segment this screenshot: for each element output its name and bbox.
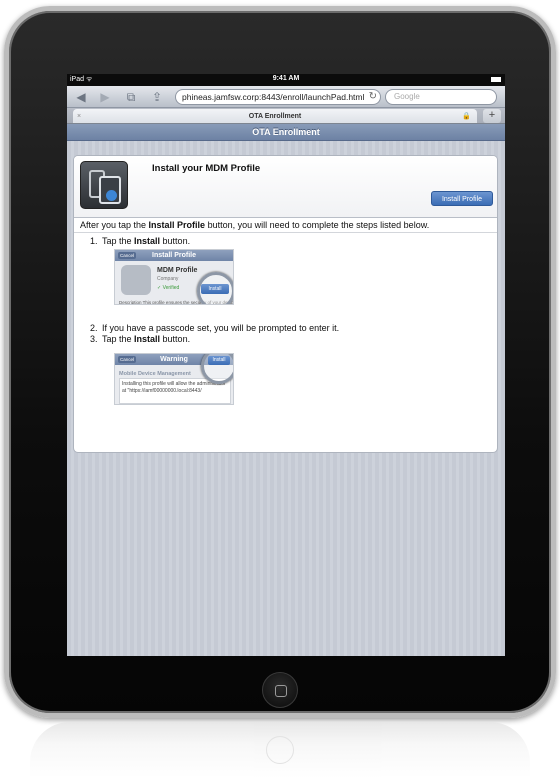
page-content: Install your MDM Profile Install Profile… <box>67 141 505 656</box>
browser-toolbar: ◀ ▶ ⧉ ⇪ phineas.jamfsw.corp:8443/enroll/… <box>67 86 505 108</box>
step-2: 2. If you have a passcode set, you will … <box>90 323 497 334</box>
new-tab-button[interactable]: + <box>483 109 501 123</box>
device-reflection <box>30 722 530 778</box>
enrollment-card: Install your MDM Profile Install Profile… <box>73 155 498 453</box>
card-top: Install your MDM Profile Install Profile <box>74 156 497 218</box>
cancel-label: Cancel <box>118 356 137 363</box>
install-profile-screenshot: Cancel Install Profile MDM Profile Compa… <box>114 249 234 305</box>
tab-title: OTA Enrollment <box>248 113 302 120</box>
step-text: If you have a passcode set, you will be … <box>102 323 340 333</box>
install-profile-button[interactable]: Install Profile <box>431 191 493 206</box>
step-bold: Install <box>134 334 161 344</box>
page-header: OTA Enrollment <box>67 124 505 141</box>
screenshot-title: Warning <box>160 356 188 363</box>
intro-text: After you tap the Install Profile button… <box>74 218 497 233</box>
url-field[interactable]: phineas.jamfsw.corp:8443/enroll/launchPa… <box>175 89 381 105</box>
tab-bar: × OTA Enrollment 🔒 + <box>67 108 505 124</box>
status-time: 9:41 AM <box>272 75 300 82</box>
warning-screenshot: Cancel Warning Mobile Device Management … <box>114 353 234 405</box>
screenshot-navbar: Cancel Install Profile <box>115 250 233 261</box>
tab-ota-enrollment[interactable]: × OTA Enrollment 🔒 <box>73 109 477 123</box>
book-icon[interactable]: ⧉ <box>123 90 139 104</box>
step-number: 2. <box>90 323 98 333</box>
verified-label: ✓ Verified <box>157 285 180 291</box>
home-button[interactable] <box>262 672 298 708</box>
reload-icon[interactable]: ↻ <box>369 90 377 104</box>
mdm-profile-icon <box>80 161 128 209</box>
home-icon <box>275 685 287 697</box>
reflection-home-button <box>266 736 294 764</box>
steps-list: 1. Tap the Install button. Cancel Instal… <box>74 236 497 405</box>
status-bar: iPad ᯤ 9:41 AM <box>67 74 505 86</box>
step-3: 3. Tap the Install button. Cancel Warnin… <box>90 334 497 405</box>
step-number: 1. <box>90 236 98 246</box>
wireless-badge-icon <box>106 190 117 201</box>
share-icon[interactable]: ⇪ <box>149 90 165 104</box>
search-input[interactable]: Google <box>385 89 497 105</box>
forward-arrow-icon[interactable]: ▶ <box>99 90 111 104</box>
intro-after: button, you will need to complete the st… <box>205 220 430 230</box>
step-text: Tap the <box>102 334 135 344</box>
battery-icon <box>491 77 501 82</box>
intro-bold: Install Profile <box>148 220 206 230</box>
step-text: Tap the <box>102 236 135 246</box>
url-text: phineas.jamfsw.corp:8443/enroll/launchPa… <box>182 92 365 102</box>
lock-icon: 🔒 <box>462 113 471 120</box>
screenshot-title: Install Profile <box>152 252 196 259</box>
step-bold: Install <box>134 236 161 246</box>
card-title: Install your MDM Profile <box>152 163 261 174</box>
screenshot-install-button: Install <box>201 284 229 294</box>
back-arrow-icon[interactable]: ◀ <box>75 90 87 104</box>
step-number: 3. <box>90 334 98 344</box>
step-1: 1. Tap the Install button. Cancel Instal… <box>90 236 497 305</box>
screenshot-install-button: Install <box>208 356 230 365</box>
gear-icon <box>121 265 151 295</box>
step-text: button. <box>160 236 191 246</box>
step-text: button. <box>160 334 191 344</box>
cancel-label: Cancel <box>118 252 137 259</box>
ipad-screen: iPad ᯤ 9:41 AM ◀ ▶ ⧉ ⇪ phineas.jamfsw.co… <box>67 74 505 656</box>
close-icon[interactable]: × <box>77 109 81 124</box>
intro-before: After you tap the <box>80 220 149 230</box>
